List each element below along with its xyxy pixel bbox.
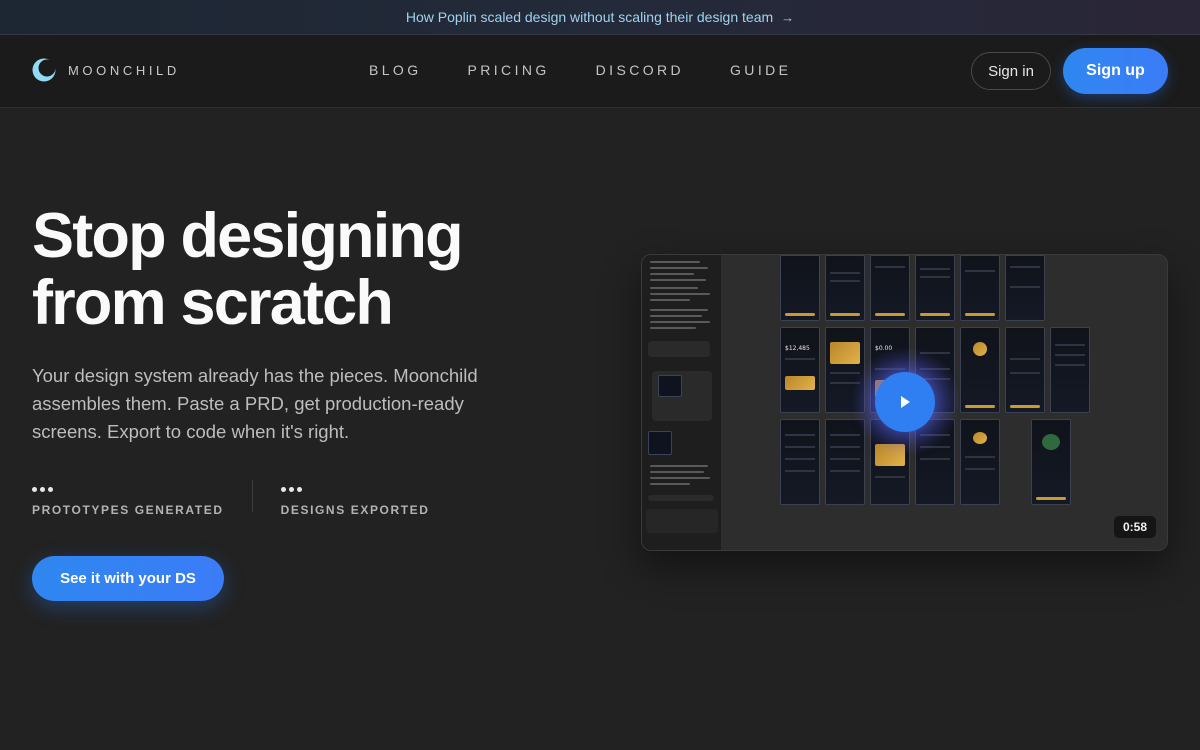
brand-logo[interactable]: MOONCHILD xyxy=(32,58,180,82)
hero-title-line-1: Stop designing xyxy=(32,201,464,271)
play-icon xyxy=(901,396,910,408)
hero-title: Stop designing from scratch xyxy=(32,203,552,337)
stat-divider xyxy=(251,480,253,512)
video-chat-sidebar xyxy=(642,255,722,550)
arrow-right-icon: → xyxy=(781,9,795,25)
hero-title-line-2: from scratch xyxy=(32,268,394,338)
see-it-with-your-ds-button[interactable]: See it with your DS xyxy=(32,556,224,601)
sign-up-button[interactable]: Sign up xyxy=(1063,48,1168,94)
stat-exports: DESIGNS EXPORTED xyxy=(280,480,430,520)
announcement-bar[interactable]: How Poplin scaled design without scaling… xyxy=(0,0,1200,35)
crescent-moon-icon xyxy=(32,58,56,82)
stats-row: PROTOTYPES GENERATED DESIGNS EXPORTED xyxy=(32,480,430,520)
brand-name: MOONCHILD xyxy=(68,62,180,78)
nav-links: BLOG PRICING DISCORD GUIDE xyxy=(369,62,837,78)
announcement-text[interactable]: How Poplin scaled design without scaling… xyxy=(406,9,773,25)
nav-link-blog[interactable]: BLOG xyxy=(369,62,422,78)
hero-subtitle: Your design system already has the piece… xyxy=(32,365,478,442)
stat-label: DESIGNS EXPORTED xyxy=(280,503,430,517)
stat-prototypes: PROTOTYPES GENERATED xyxy=(32,480,224,520)
nav-link-guide[interactable]: GUIDE xyxy=(730,62,791,78)
nav-link-discord[interactable]: DISCORD xyxy=(596,62,684,78)
play-button[interactable] xyxy=(875,372,935,432)
video-duration: 0:58 xyxy=(1114,516,1156,538)
top-navigation: MOONCHILD BLOG PRICING DISCORD GUIDE Sig… xyxy=(0,35,1200,108)
stat-label: PROTOTYPES GENERATED xyxy=(32,503,224,517)
stat-value-loading xyxy=(32,480,224,498)
sign-in-button[interactable]: Sign in xyxy=(971,52,1051,90)
nav-link-pricing[interactable]: PRICING xyxy=(468,62,550,78)
stat-value-loading xyxy=(280,480,430,498)
